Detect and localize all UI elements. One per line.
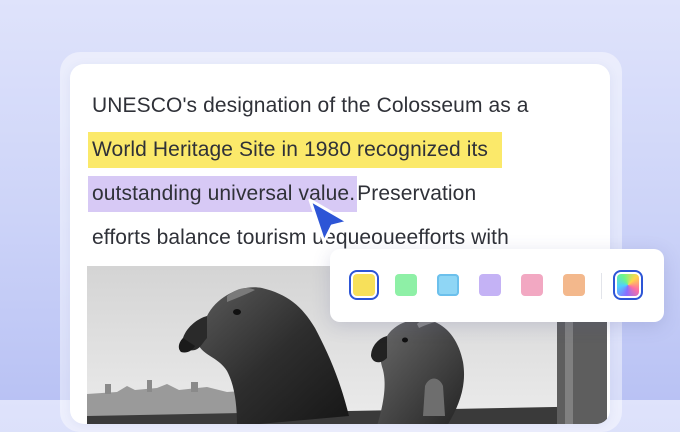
pink-swatch[interactable] (521, 274, 543, 296)
text-line-4-content: efforts balance tourism uequeoueefforts … (92, 226, 509, 249)
pointer-cursor-icon (308, 198, 350, 244)
text-line-1-content: UNESCO's designation of the Colosseum as… (92, 94, 529, 117)
custom-color-picker-icon[interactable] (613, 270, 643, 300)
text-line-3-rest: Preservation (357, 182, 477, 205)
green-swatch[interactable] (395, 274, 417, 296)
yellow-swatch[interactable] (349, 270, 379, 300)
text-line-2: World Heritage Site in 1980 recognized i… (88, 128, 610, 172)
highlight-color-toolbar (330, 249, 664, 322)
orange-swatch[interactable] (563, 274, 585, 296)
toolbar-divider (601, 273, 602, 299)
light-blue-swatch[interactable] (437, 274, 459, 296)
purple-swatch[interactable] (479, 274, 501, 296)
text-line-1: UNESCO's designation of the Colosseum as… (92, 84, 610, 128)
yellow-highlight[interactable]: World Heritage Site in 1980 recognized i… (88, 132, 503, 168)
